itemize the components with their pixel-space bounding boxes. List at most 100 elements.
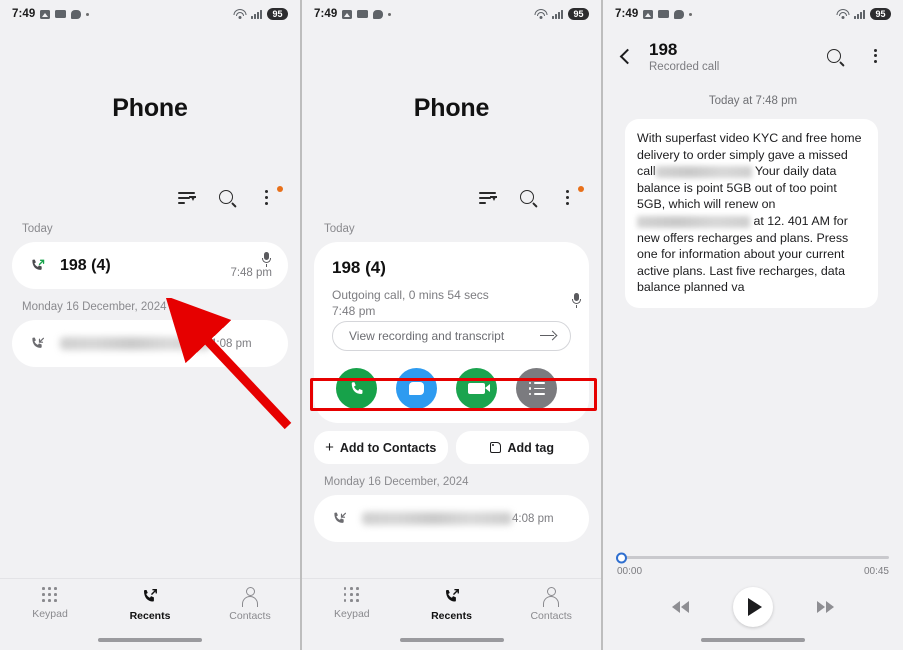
page-title: Phone bbox=[112, 94, 188, 122]
home-indicator bbox=[98, 638, 202, 642]
section-label-today: Today bbox=[22, 223, 53, 235]
action-message-button[interactable] bbox=[396, 368, 437, 409]
toolbar bbox=[0, 185, 300, 211]
seek-bar[interactable] bbox=[616, 552, 889, 563]
search-button[interactable] bbox=[217, 187, 239, 209]
call-meta-older-2: 4:08 pm bbox=[512, 513, 554, 525]
add-to-contacts-label: Add to Contacts bbox=[339, 440, 437, 455]
search-icon bbox=[520, 190, 534, 204]
status-bar-3: 7:49 95 bbox=[603, 0, 903, 28]
call-list-item-today[interactable]: 198 (4) 7:48 pm bbox=[12, 242, 288, 289]
search-button[interactable] bbox=[518, 187, 540, 209]
phone-icon bbox=[351, 381, 362, 394]
transcript-actions bbox=[825, 46, 889, 68]
back-chevron-icon[interactable] bbox=[617, 48, 635, 66]
call-list-item-older[interactable]: 4:08 pm bbox=[12, 320, 288, 367]
tag-icon bbox=[490, 442, 502, 453]
detail-call-time: 7:48 pm bbox=[332, 304, 376, 318]
overflow-menu-button[interactable] bbox=[256, 186, 283, 209]
add-tag-button[interactable]: Add tag bbox=[455, 431, 589, 464]
transcript-subtitle: Recorded call bbox=[649, 61, 720, 73]
chat-icon bbox=[71, 9, 82, 19]
keypad-icon bbox=[42, 587, 58, 603]
nav-tab-contacts-2[interactable]: Contacts bbox=[501, 587, 601, 622]
seek-times: 00:00 00:45 bbox=[617, 566, 889, 577]
home-indicator-2 bbox=[399, 638, 504, 642]
status-bar-left: 7:49 bbox=[12, 8, 90, 20]
nav-label-recents-2: Recents bbox=[431, 610, 472, 622]
sort-icon bbox=[479, 191, 497, 205]
call-list-item-older-2[interactable]: 4:08 pm bbox=[314, 495, 589, 542]
nav-tab-recents[interactable]: Recents bbox=[100, 587, 200, 622]
seek-thumb[interactable] bbox=[616, 552, 627, 563]
incoming-call-icon bbox=[330, 510, 350, 528]
outgoing-call-icon bbox=[28, 257, 48, 275]
section-label-today-2: Today bbox=[324, 223, 355, 235]
nav-tab-contacts[interactable]: Contacts bbox=[200, 587, 300, 622]
transcript-header: 198 Recorded call bbox=[603, 28, 903, 73]
nav-label-contacts-2: Contacts bbox=[530, 610, 572, 622]
contacts-icon bbox=[543, 587, 560, 607]
seek-row: 00:00 00:45 bbox=[603, 552, 903, 577]
battery-badge: 95 bbox=[870, 8, 891, 20]
kebab-menu-icon bbox=[265, 190, 269, 205]
signal-icon bbox=[251, 9, 262, 19]
nav-tab-recents-2[interactable]: Recents bbox=[402, 587, 502, 622]
sort-button[interactable] bbox=[178, 187, 200, 209]
rewind-icon[interactable] bbox=[672, 601, 689, 613]
call-time: 7:48 pm bbox=[230, 267, 272, 279]
sort-button[interactable] bbox=[479, 187, 501, 209]
phone-panel-3: 7:49 95 198 Recorded call Today at 7:48 … bbox=[602, 0, 903, 650]
action-details-button[interactable] bbox=[516, 368, 557, 409]
nav-label-contacts: Contacts bbox=[229, 610, 271, 622]
transcript-title-block: 198 Recorded call bbox=[649, 40, 825, 73]
screenshot-stage: 7:49 95 Phone Today 198 (4) 7:48 pm Mond… bbox=[0, 0, 903, 650]
transcript-menu-button[interactable] bbox=[865, 46, 887, 68]
transcript-search-button[interactable] bbox=[825, 46, 847, 68]
status-time-2: 7:49 bbox=[314, 8, 338, 20]
kebab-menu-icon bbox=[874, 48, 878, 64]
status-bar-2: 7:49 95 bbox=[302, 0, 601, 28]
status-bar-right: 95 bbox=[233, 8, 288, 20]
play-icon bbox=[748, 598, 762, 616]
nav-tab-keypad-2[interactable]: Keypad bbox=[302, 587, 402, 620]
detail-actions-row: + Add to Contacts Add tag bbox=[314, 431, 589, 464]
wifi-icon bbox=[836, 9, 849, 19]
detail-meta-text: Outgoing call, 0 mins 54 secs 7:48 pm bbox=[332, 287, 489, 319]
chat-icon bbox=[674, 9, 685, 19]
toolbar-2 bbox=[302, 185, 601, 211]
view-recording-button[interactable]: View recording and transcript bbox=[332, 321, 571, 351]
total-time: 00:45 bbox=[863, 566, 889, 577]
search-icon bbox=[827, 48, 841, 63]
microphone-icon bbox=[261, 252, 272, 267]
notification-badge-dot bbox=[277, 186, 283, 192]
nav-tab-keypad[interactable]: Keypad bbox=[0, 587, 100, 620]
search-icon bbox=[219, 190, 233, 204]
add-to-contacts-button[interactable]: + Add to Contacts bbox=[314, 431, 448, 464]
play-button[interactable] bbox=[733, 587, 773, 627]
wifi-icon bbox=[233, 9, 246, 19]
redacted-text-2 bbox=[637, 215, 750, 228]
bottom-navigation-1: Keypad Recents Contacts bbox=[0, 578, 300, 650]
chat-icon bbox=[373, 9, 384, 19]
transcript-date-divider: Today at 7:48 pm bbox=[708, 95, 798, 107]
audio-player: 00:00 00:45 bbox=[603, 550, 903, 650]
add-tag-label: Add tag bbox=[507, 440, 555, 455]
signal-icon bbox=[854, 9, 865, 19]
status-bar-left-2: 7:49 bbox=[314, 8, 392, 20]
plus-icon: + bbox=[325, 439, 334, 456]
wifi-icon bbox=[534, 9, 547, 19]
status-bar-right-2: 95 bbox=[534, 8, 589, 20]
detail-number: 198 (4) bbox=[332, 258, 386, 277]
action-call-button[interactable] bbox=[336, 368, 377, 409]
overflow-menu-button[interactable] bbox=[557, 186, 584, 209]
list-icon bbox=[528, 381, 545, 396]
fast-forward-icon[interactable] bbox=[817, 601, 834, 613]
arrow-right-icon bbox=[540, 331, 556, 341]
status-time: 7:49 bbox=[12, 8, 36, 20]
action-video-call-button[interactable] bbox=[456, 368, 497, 409]
call-time-older: 4:08 pm bbox=[210, 337, 252, 350]
dot-icon bbox=[388, 12, 392, 16]
detail-meta-row: Outgoing call, 0 mins 54 secs 7:48 pm bbox=[332, 287, 581, 319]
recents-icon bbox=[442, 587, 462, 605]
